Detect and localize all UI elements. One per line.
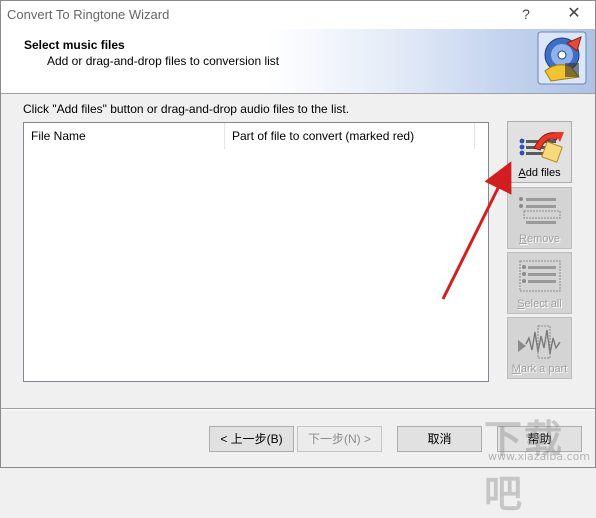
- remove-icon: [519, 197, 561, 224]
- column-file-name[interactable]: File Name: [24, 123, 225, 149]
- select-all-icon: [519, 260, 561, 292]
- add-files-icon: [519, 132, 564, 163]
- remove-label: Remove: [519, 233, 560, 245]
- ringtone-wizard-icon: [537, 31, 587, 85]
- help-title-button[interactable]: ?: [511, 3, 541, 25]
- mark-part-label: Mark a part: [511, 363, 568, 375]
- add-files-button[interactable]: Add files: [507, 121, 572, 183]
- select-all-button[interactable]: Select all: [507, 252, 572, 314]
- title-bar: Convert To Ringtone Wizard ? ✕: [1, 1, 595, 29]
- mark-part-button[interactable]: Mark a part: [507, 317, 572, 379]
- wizard-window: Convert To Ringtone Wizard ? ✕ Select mu…: [0, 0, 596, 468]
- step-title: Select music files: [24, 38, 125, 52]
- next-button[interactable]: 下一步(N) >: [297, 426, 382, 452]
- step-subtitle: Add or drag-and-drop files to conversion…: [47, 54, 280, 68]
- add-files-label: Add files: [518, 167, 561, 179]
- back-button[interactable]: < 上一步(B): [209, 426, 294, 452]
- wizard-header: Select music files Add or drag-and-drop …: [1, 29, 595, 94]
- select-all-label: Select all: [517, 298, 562, 310]
- window-title: Convert To Ringtone Wizard: [7, 7, 170, 22]
- footer-separator: [1, 408, 595, 410]
- remove-button[interactable]: Remove: [507, 187, 572, 249]
- instruction-text: Click "Add files" button or drag-and-dro…: [23, 102, 350, 116]
- cancel-button[interactable]: 取消: [397, 426, 482, 452]
- column-part-to-convert[interactable]: Part of file to convert (marked red): [225, 123, 475, 149]
- mark-part-icon: [518, 325, 561, 359]
- help-button[interactable]: 帮助: [497, 426, 582, 452]
- file-list[interactable]: File Name Part of file to convert (marke…: [23, 122, 489, 382]
- close-button[interactable]: ✕: [559, 3, 589, 25]
